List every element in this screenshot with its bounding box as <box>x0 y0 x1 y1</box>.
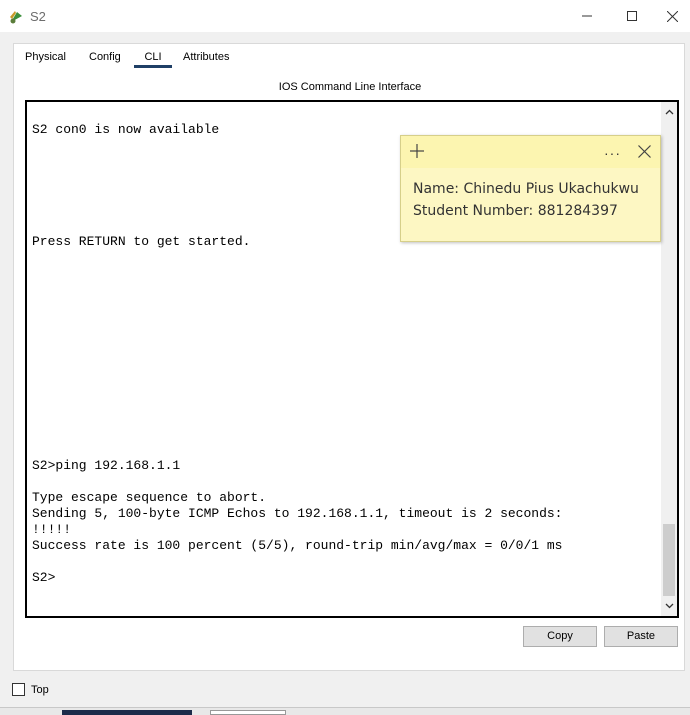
sticky-note-header: ··· <box>401 136 660 168</box>
terminal-line: Type escape sequence to abort. <box>32 490 267 505</box>
taskbar-item[interactable] <box>210 710 286 715</box>
close-button[interactable] <box>654 0 690 32</box>
tab-cli[interactable]: CLI <box>134 50 172 68</box>
close-icon <box>638 145 651 158</box>
chevron-up-icon <box>665 109 673 115</box>
copy-button[interactable]: Copy <box>523 626 597 647</box>
terminal-line: !!!!! <box>32 522 72 537</box>
chevron-down-icon <box>665 603 673 609</box>
title-bar: S2 <box>0 0 690 32</box>
top-checkbox[interactable] <box>12 683 25 696</box>
terminal-line: S2>ping 192.168.1.1 <box>32 458 181 473</box>
close-note-button[interactable] <box>638 145 651 163</box>
terminal-line: Success rate is 100 percent (5/5), round… <box>32 538 563 553</box>
maximize-icon <box>627 11 637 21</box>
minimize-icon <box>582 15 592 17</box>
top-checkbox-label: Top <box>31 684 49 696</box>
maximize-button[interactable] <box>609 0 655 32</box>
terminal-line: S2 con0 is now available <box>32 122 220 137</box>
close-icon <box>666 10 678 22</box>
window-title: S2 <box>30 9 46 24</box>
cli-heading: IOS Command Line Interface <box>278 81 422 93</box>
scroll-thumb[interactable] <box>663 524 675 596</box>
add-note-button[interactable] <box>409 143 425 164</box>
terminal-line: Press RETURN to get started. <box>32 234 251 249</box>
terminal-line: Sending 5, 100-byte ICMP Echos to 192.16… <box>32 506 563 521</box>
tab-bar: Physical Config CLI Attributes <box>14 44 684 70</box>
scroll-down-button[interactable] <box>661 598 677 614</box>
tab-config[interactable]: Config <box>89 50 121 68</box>
tab-attributes[interactable]: Attributes <box>183 50 229 68</box>
minimize-button[interactable] <box>564 0 610 32</box>
router-switch-icon <box>8 8 25 25</box>
more-options-icon[interactable]: ··· <box>604 145 621 161</box>
taskbar-item[interactable] <box>62 710 192 715</box>
plus-icon <box>410 144 424 158</box>
scroll-up-button[interactable] <box>661 104 677 120</box>
tab-physical[interactable]: Physical <box>25 50 66 68</box>
sticky-note-name: Name: Chinedu Pius Ukachukwu <box>413 181 639 197</box>
terminal-scrollbar[interactable] <box>661 102 677 616</box>
sticky-note-student-number: Student Number: 881284397 <box>413 203 618 219</box>
sticky-note[interactable]: ··· Name: Chinedu Pius Ukachukwu Student… <box>400 135 661 242</box>
paste-button[interactable]: Paste <box>604 626 678 647</box>
terminal-prompt: S2> <box>32 570 56 585</box>
